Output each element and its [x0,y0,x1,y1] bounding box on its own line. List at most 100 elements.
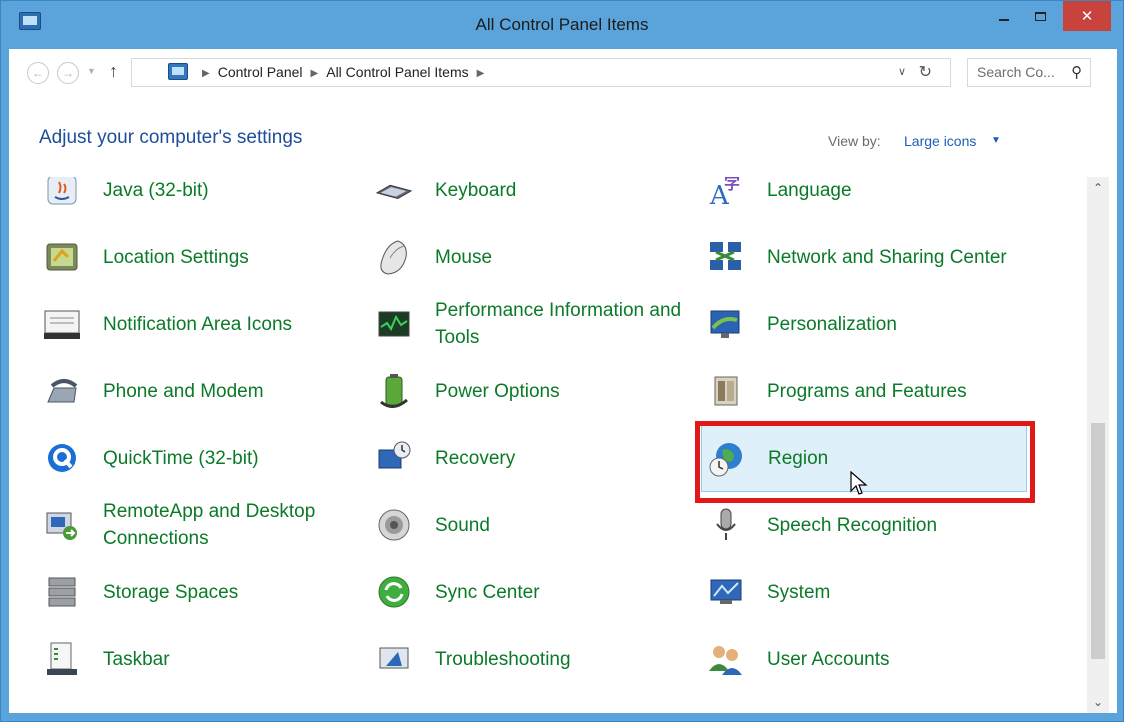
breadcrumb-separator-icon[interactable]: ▶ [311,68,319,79]
system-icon [707,573,745,611]
list-item-partial-3[interactable] [707,695,1027,713]
breadcrumb: ▶ Control Panel ▶ All Control Panel Items ▶ [194,64,492,80]
list-item-user-accounts[interactable]: User Accounts [707,628,1027,690]
item-label[interactable]: Location Settings [103,226,363,288]
forward-arrow-icon: → [62,66,74,80]
breadcrumb-control-panel[interactable]: Control Panel [218,64,303,80]
list-item-power-options[interactable]: Power Options [375,360,695,422]
list-item-taskbar[interactable]: Taskbar [43,628,363,690]
item-label[interactable]: Network and Sharing Center [767,226,1027,288]
breadcrumb-all-items[interactable]: All Control Panel Items [326,64,468,80]
minimize-icon [999,19,1009,21]
list-item-sound[interactable]: Sound [375,494,695,556]
item-label[interactable]: Sync Center [435,561,695,623]
scroll-up-icon[interactable]: ⌃ [1087,177,1109,199]
item-label[interactable]: Sound [435,494,695,556]
vertical-scrollbar[interactable]: ⌃ ⌄ [1087,177,1109,713]
maximize-icon [1034,11,1046,21]
list-item-recovery[interactable]: Recovery [375,427,695,489]
search-placeholder: Search Co... [977,64,1055,80]
list-item-personalization[interactable]: Personalization [707,293,1027,355]
list-item-quicktime[interactable]: QuickTime (32-bit) [43,427,363,489]
list-item-network-sharing[interactable]: Network and Sharing Center [707,226,1027,288]
list-item-keyboard[interactable]: Keyboard [375,177,695,221]
recovery-icon [375,439,413,477]
item-label[interactable]: Speech Recognition [767,494,1027,556]
java-icon [43,177,81,209]
list-item-system[interactable]: System [707,561,1027,623]
item-label[interactable]: Programs and Features [767,360,1027,422]
item-label[interactable]: Notification Area Icons [103,293,363,355]
list-item-remoteapp[interactable]: RemoteApp and Desktop Connections [43,494,363,556]
taskbar-icon [43,640,81,678]
user-accounts-icon [707,640,745,678]
up-button[interactable]: ↑ [109,61,118,82]
refresh-icon[interactable]: ↻ [919,62,932,82]
language-icon: A字 [707,177,745,209]
item-label[interactable]: Language [767,177,1027,221]
list-item-programs-features[interactable]: Programs and Features [707,360,1027,422]
power-options-icon [375,372,413,410]
svg-text:字: 字 [724,177,740,193]
sync-center-icon [375,573,413,611]
partial-app-icon [375,707,413,713]
list-item-java[interactable]: Java (32-bit) [43,177,363,221]
item-label[interactable]: Mouse [435,226,695,288]
close-button[interactable]: ✕ [1063,1,1111,31]
breadcrumb-separator-icon[interactable]: ▶ [477,68,485,79]
list-item-partial-2[interactable] [375,695,695,713]
storage-spaces-icon [43,573,81,611]
list-item-speech[interactable]: Speech Recognition [707,494,1027,556]
keyboard-icon [375,177,413,209]
item-label[interactable]: Power Options [435,360,695,422]
list-item-location-settings[interactable]: Location Settings [43,226,363,288]
item-label[interactable]: Keyboard [435,177,695,221]
view-by-dropdown[interactable]: Large icons [904,133,976,149]
scrollbar-thumb[interactable] [1091,423,1105,659]
recent-locations-dropdown[interactable]: ▼ [87,66,96,76]
item-label[interactable]: Phone and Modem [103,360,363,422]
list-item-troubleshooting[interactable]: Troubleshooting [375,628,695,690]
item-label[interactable]: Storage Spaces [103,561,363,623]
partial-app-icon [43,707,81,713]
minimize-button[interactable] [987,1,1021,31]
item-label[interactable]: Personalization [767,293,1027,355]
list-item-sync-center[interactable]: Sync Center [375,561,695,623]
back-button[interactable]: ← [27,62,49,84]
performance-icon [375,305,413,343]
list-item-phone-modem[interactable]: Phone and Modem [43,360,363,422]
item-label[interactable]: User Accounts [767,628,1027,690]
item-label[interactable]: System [767,561,1027,623]
view-by-caret-icon[interactable]: ▼ [991,135,1001,146]
list-item-mouse[interactable]: Mouse [375,226,695,288]
item-label[interactable]: Recovery [435,427,695,489]
location-settings-icon [43,238,81,276]
address-bar[interactable]: ▶ Control Panel ▶ All Control Panel Items ▶ … [131,58,951,87]
list-item-storage-spaces[interactable]: Storage Spaces [43,561,363,623]
page-title: Adjust your computer's settings [39,127,303,148]
navigation-bar: ← → ▼ ↑ ▶ Control Panel ▶ All Control Panel… [9,49,1117,97]
item-label[interactable]: QuickTime (32-bit) [103,427,363,489]
forward-button[interactable]: → [57,62,79,84]
item-label[interactable]: Java (32-bit) [103,177,363,221]
control-panel-icon [168,63,188,80]
list-item-partial-1[interactable] [43,695,363,713]
mouse-pointer-icon [850,471,868,495]
scroll-down-icon[interactable]: ⌄ [1087,691,1109,713]
maximize-button[interactable] [1023,1,1057,31]
item-label[interactable]: RemoteApp and Desktop Connections [103,494,363,556]
item-label[interactable]: Performance Information and Tools [435,293,695,355]
search-icon[interactable]: ⚲ [1071,63,1082,81]
list-item-performance[interactable]: Performance Information and Tools [375,293,695,355]
search-input[interactable]: Search Co... ⚲ [967,58,1091,87]
list-item-notification-area[interactable]: Notification Area Icons [43,293,363,355]
list-item-language[interactable]: A字 Language [707,177,1027,221]
item-label[interactable]: Taskbar [103,628,363,690]
breadcrumb-separator-icon[interactable]: ▶ [202,68,210,79]
item-label[interactable]: Troubleshooting [435,628,695,690]
partial-app-icon [707,707,745,713]
up-arrow-icon: ↑ [109,61,118,81]
view-by-label: View by: [828,133,881,149]
address-dropdown-icon[interactable]: ∨ [898,65,906,78]
title-bar[interactable]: All Control Panel Items ✕ [1,1,1123,49]
